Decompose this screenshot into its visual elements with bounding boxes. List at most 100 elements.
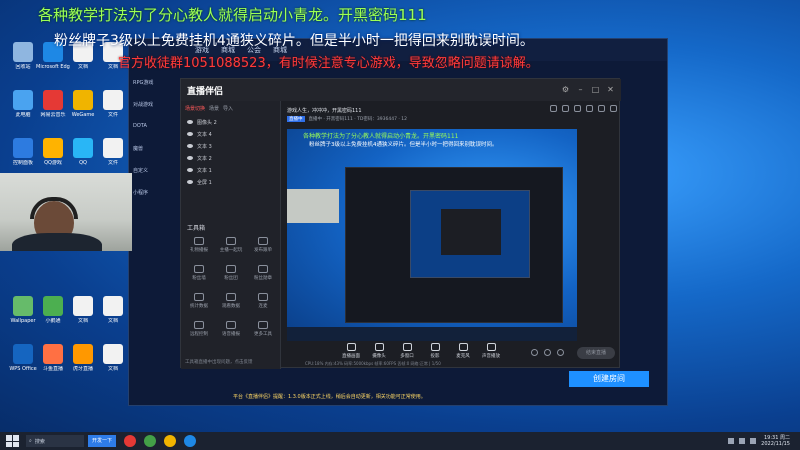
toolbox-item[interactable]: 粉丝勋章 <box>247 263 279 287</box>
layout-icon[interactable] <box>574 105 581 112</box>
create-room-button[interactable]: 创建房间 <box>569 371 649 387</box>
taskbar-search[interactable]: ⌕ 搜索 <box>26 435 84 447</box>
layer-label: 文本 3 <box>197 143 212 150</box>
stream-control-button[interactable]: 麦克风 <box>451 343 475 359</box>
desktop-icon[interactable]: 文档 <box>96 296 130 324</box>
layer-item[interactable]: 文本 4 <box>181 128 280 140</box>
taskbar-active-app[interactable]: 开发一下 <box>88 435 117 447</box>
stream-preview[interactable]: 各种教学打法为了分心教人就得启动小青龙。开黑密码111 粉丝牌子3级以上免费挂机… <box>287 129 577 341</box>
eye-icon[interactable] <box>187 144 193 148</box>
stream-control-button[interactable]: 投影 <box>423 343 447 359</box>
tab-scene[interactable]: 场景 <box>209 105 219 112</box>
network-icon[interactable] <box>728 438 735 444</box>
layer-item[interactable]: 文本 1 <box>181 164 280 176</box>
minimize-icon[interactable]: – <box>576 85 585 94</box>
stream-title[interactable]: 游戏人生，冲冲冲，开黑密码111 <box>287 107 362 114</box>
desktop-icon[interactable]: 文档 <box>96 344 130 372</box>
toolbox-item-label: 连麦 <box>258 304 268 309</box>
game-sidebar-item[interactable]: 魔兽 <box>129 145 181 167</box>
wechat-taskbar-icon[interactable] <box>144 435 157 447</box>
stream-control-button[interactable]: 摄像头 <box>367 343 391 359</box>
game-sidebar-item[interactable]: 小程序 <box>129 189 181 211</box>
maximize-icon[interactable]: □ <box>591 85 600 94</box>
tab-scene-switch[interactable]: 场景切换 <box>185 105 205 112</box>
desktop-icon[interactable]: WeGame <box>66 90 100 118</box>
share-icon[interactable] <box>562 105 569 112</box>
live-app-taskbar-icon[interactable] <box>184 435 197 447</box>
settings-icon[interactable]: ⚙ <box>561 85 570 94</box>
volume-tray-icon[interactable] <box>739 438 746 444</box>
toolbox-item[interactable]: 粉丝团 <box>215 263 247 287</box>
toolbox-item[interactable]: 主播一起玩 <box>215 235 247 259</box>
feedback-note[interactable]: 工具箱直播中出现问题，点击反馈 <box>185 359 253 365</box>
eye-icon[interactable] <box>187 132 193 136</box>
toolbox-item-label: 语音播报 <box>222 332 240 337</box>
mic-mute-icon[interactable] <box>531 349 538 356</box>
eye-icon[interactable] <box>187 180 193 184</box>
eye-icon[interactable] <box>187 120 193 124</box>
app-titlebar: 直播伴侣 ⚙ – □ ✕ <box>181 79 621 101</box>
desktop-icon[interactable]: 网易云音乐 <box>36 90 70 118</box>
screenshot-icon[interactable] <box>586 105 593 112</box>
settings-circle-icon[interactable] <box>557 349 564 356</box>
toolbox-item[interactable]: 语音播报 <box>215 319 247 343</box>
layer-item[interactable]: 文本 3 <box>181 140 280 152</box>
game-sidebar-item[interactable]: DOTA <box>129 123 181 145</box>
stop-stream-button[interactable]: 结束直播 <box>577 347 615 359</box>
record-icon[interactable] <box>550 105 557 112</box>
desktop-icon[interactable]: 回收站 <box>6 42 40 70</box>
game-sidebar-item[interactable]: 自定义 <box>129 167 181 189</box>
stream-control-button[interactable]: 声音播放 <box>479 343 503 359</box>
toolbox-item[interactable]: 远程控制 <box>183 319 215 343</box>
desktop-icon[interactable]: WPS Office <box>6 344 40 372</box>
tab-import[interactable]: 导入 <box>223 105 233 112</box>
layer-label: 文本 1 <box>197 167 212 174</box>
layer-item[interactable]: 全屏 1 <box>181 176 280 188</box>
toolbox-item[interactable]: 观看数据 <box>215 291 247 315</box>
windows-start-icon[interactable] <box>6 435 20 447</box>
stream-control-label: 多窗口 <box>400 354 414 359</box>
layer-item[interactable]: 图像头 2 <box>181 116 280 128</box>
toolbox-item[interactable]: 统计数据 <box>183 291 215 315</box>
tool-icon <box>194 321 204 329</box>
desktop-icon[interactable]: 文件 <box>96 90 130 118</box>
eye-icon[interactable] <box>187 168 193 172</box>
toolbox-item[interactable]: 更多工具 <box>247 319 279 343</box>
toolbox-item[interactable]: 礼物播报 <box>183 235 215 259</box>
folder-taskbar-icon[interactable] <box>164 435 177 447</box>
headset <box>30 197 78 219</box>
desktop-icon[interactable]: 文件 <box>96 138 130 166</box>
toolbox-item[interactable]: 发布跟单 <box>247 235 279 259</box>
speaker-mute-icon[interactable] <box>544 349 551 356</box>
ime-icon[interactable] <box>750 438 757 444</box>
desktop-icon[interactable]: 小鹅通 <box>36 296 70 324</box>
more-icon[interactable] <box>610 105 617 112</box>
toolbox-item[interactable]: 连麦 <box>247 291 279 315</box>
game-sidebar-item[interactable]: 对战游戏 <box>129 101 181 123</box>
close-icon[interactable]: ✕ <box>606 85 615 94</box>
desktop-icon[interactable]: QQ <box>66 138 100 166</box>
desktop-icon-label: 回收站 <box>15 64 31 70</box>
desktop-icon[interactable]: Wallpaper <box>6 296 40 324</box>
toolbox-item[interactable]: 粉丝墙 <box>183 263 215 287</box>
stream-control-button[interactable]: 多窗口 <box>395 343 419 359</box>
app-main-panel: 游戏人生，冲冲冲，开黑密码111 直播中 直播中 · 开黑密码111 · TD密码… <box>281 101 621 369</box>
netease-music-taskbar-icon[interactable] <box>124 435 137 447</box>
desktop-icon-label: 虎牙直播 <box>72 366 93 372</box>
desktop-icon[interactable]: 此电脑 <box>6 90 40 118</box>
toolbox-item-label: 粉丝勋章 <box>254 276 272 281</box>
desktop-icon[interactable]: 斗鱼直播 <box>36 344 70 372</box>
game-sidebar-item[interactable]: RPG游戏 <box>129 79 181 101</box>
eye-icon[interactable] <box>187 156 193 160</box>
app-icon <box>13 90 33 110</box>
volume-icon[interactable] <box>598 105 605 112</box>
desktop-icon[interactable]: 文档 <box>66 296 100 324</box>
clock[interactable]: 19:31 周二 2022/11/15 <box>761 435 790 447</box>
stream-control-label: 摄像头 <box>372 354 386 359</box>
toolbox-item-label: 粉丝墙 <box>192 276 206 281</box>
desktop-icon[interactable]: 控制面板 <box>6 138 40 166</box>
desktop-icon[interactable]: QQ游戏 <box>36 138 70 166</box>
stream-control-button[interactable]: 直播画面 <box>339 343 363 359</box>
layer-item[interactable]: 文本 2 <box>181 152 280 164</box>
desktop-icon[interactable]: 虎牙直播 <box>66 344 100 372</box>
